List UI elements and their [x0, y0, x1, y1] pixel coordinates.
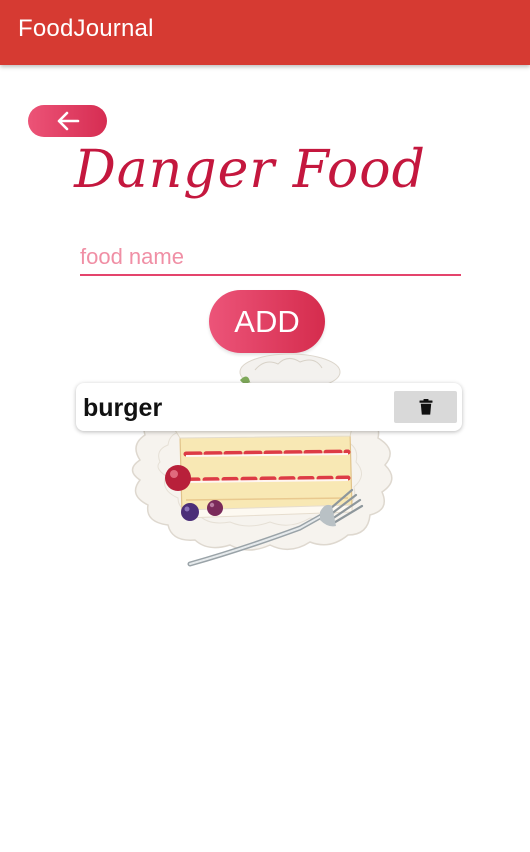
arrow-left-icon	[57, 111, 79, 131]
app-title: FoodJournal	[18, 15, 154, 42]
app-bar: FoodJournal	[0, 0, 530, 65]
list-item: burger	[76, 383, 462, 431]
food-item-name: burger	[83, 394, 163, 422]
page-title: Danger Food	[74, 140, 426, 200]
food-name-input[interactable]	[80, 240, 461, 276]
trash-icon	[419, 399, 432, 415]
back-button[interactable]	[28, 105, 107, 137]
delete-button[interactable]	[394, 391, 457, 423]
add-button[interactable]: ADD	[209, 290, 325, 353]
